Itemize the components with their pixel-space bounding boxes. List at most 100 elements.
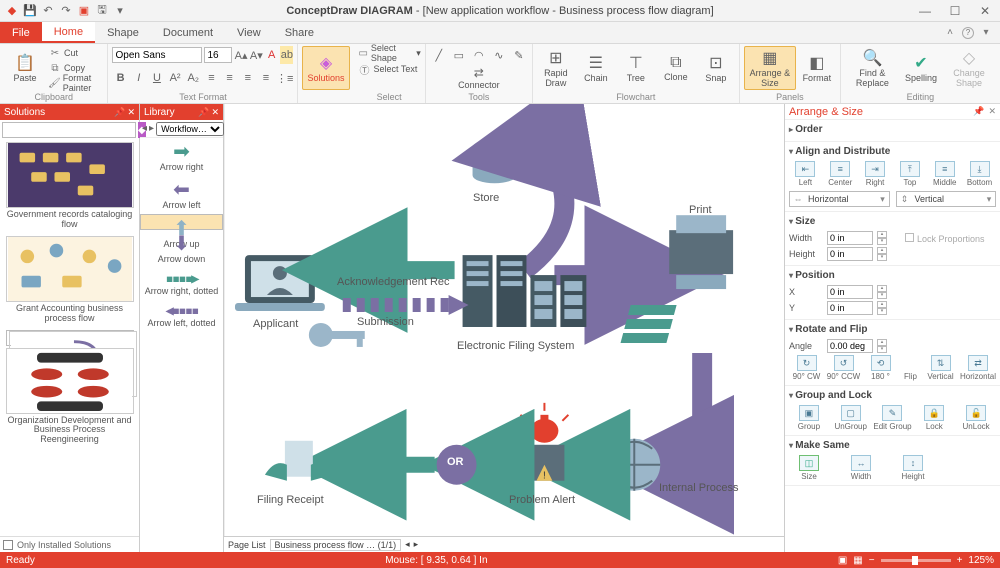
distrib-vert-combo[interactable]: ⇕Vertical▾ [896,191,997,207]
font-color-icon[interactable]: A [265,46,278,64]
library-item[interactable]: ⬇Arrow down [140,230,223,268]
view-mode-icon[interactable]: ▣ [838,555,847,566]
drawing-area[interactable]: ! Store Print Applicant Acknowledgement … [224,104,784,536]
align-left-icon[interactable]: ≡ [203,69,219,87]
align-justify-icon[interactable]: ≡ [258,69,274,87]
close-panel-icon[interactable]: ✕ [127,107,135,118]
close-panel-icon[interactable]: ✕ [211,107,219,118]
select-shape-button[interactable]: ▭Select Shape ▾ [358,46,421,60]
page-next-icon[interactable]: ▸ [414,539,419,550]
sub-icon[interactable]: A₂ [185,69,201,87]
connector-button[interactable]: ⇄ Connector [430,66,528,90]
only-installed-checkbox[interactable] [3,540,13,550]
rapiddraw-button[interactable]: ⊞Rapid Draw [537,46,575,90]
clone-button[interactable]: ⧉Clone [657,46,695,90]
qat-save-icon[interactable]: 💾 [22,3,38,19]
pen-tool-icon[interactable]: ✎ [510,46,528,64]
arc-tool-icon[interactable]: ◠ [470,46,488,64]
close-panel-icon[interactable]: ✕ [988,106,996,117]
help-icon[interactable]: ? [962,27,974,39]
flip-h-button[interactable]: ⇄Horizontal [960,355,996,381]
grow-font-icon[interactable]: A▴ [234,46,247,64]
bold-icon[interactable]: B [112,69,128,87]
width-input[interactable] [827,231,873,245]
unlock-button[interactable]: 🔓UnLock [956,405,996,431]
solution-thumb[interactable]: Government records cataloging flow [6,142,134,234]
chain-button[interactable]: ☰Chain [577,46,615,90]
library-select[interactable]: Workflow… [156,122,224,136]
qat-more-icon[interactable]: ▾ [112,3,128,19]
paste-button[interactable]: 📋 Paste [4,46,46,90]
maximize-button[interactable]: ☐ [940,0,970,22]
tab-document[interactable]: Document [151,22,225,43]
format-painter-button[interactable]: 🖌Format Painter [48,76,103,90]
flip-v-button[interactable]: ⇅Vertical [923,355,958,381]
select-text-button[interactable]: ⓉSelect Text [358,62,421,76]
rect-tool-icon[interactable]: ▭ [450,46,468,64]
solution-thumb[interactable]: Grant Accounting business process flow [6,236,134,328]
spelling-button[interactable]: ✔Spelling [902,46,940,90]
shrink-font-icon[interactable]: A▾ [250,46,263,64]
super-icon[interactable]: A² [167,69,183,87]
rot-180-button[interactable]: ⟲180 ° [863,355,898,381]
bullets-icon[interactable]: ⋮≡ [276,69,293,87]
pin-icon[interactable]: 📌 [973,106,984,117]
rot-cw-button[interactable]: ↻90° CW [789,355,824,381]
distrib-horiz-combo[interactable]: ⇔Horizontal▾ [789,191,890,207]
library-item[interactable]: ▪▪▪▪▶Arrow right, dotted [140,268,223,300]
library-item[interactable]: ⬅Arrow left [140,176,223,214]
same-height-button[interactable]: ↕Height [893,455,933,481]
format-button[interactable]: ◧Format [798,46,836,90]
same-width-button[interactable]: ↔Width [841,455,881,481]
page-prev-icon[interactable]: ◂ [405,539,410,550]
zoom-in-icon[interactable]: + [957,555,963,566]
section-order[interactable]: Order [785,120,1000,142]
tab-file[interactable]: File [0,22,42,43]
lock-button[interactable]: 🔒Lock [914,405,954,431]
solution-thumb[interactable]: Organization Development and Business Pr… [6,348,134,450]
tab-share[interactable]: Share [273,22,326,43]
align-right-button[interactable]: ⇥Right [859,161,892,187]
library-item[interactable]: ◀▪▪▪▪Arrow left, dotted [140,300,223,332]
group-button[interactable]: ▣Group [789,405,829,431]
lib-next-icon[interactable]: ▸ [149,123,154,134]
font-select[interactable] [112,47,202,63]
qat-saveas-icon[interactable]: 🖫 [94,3,110,19]
x-input[interactable] [827,285,873,299]
qat-open-icon[interactable]: ▣ [76,3,92,19]
curve-tool-icon[interactable]: ∿ [490,46,508,64]
same-size-button[interactable]: ◫Size [789,455,829,481]
solutions-search-input[interactable] [2,122,136,138]
snap-button[interactable]: ⊡Snap [697,46,735,90]
angle-input[interactable] [827,339,873,353]
align-bottom-button[interactable]: ⤓Bottom [963,161,996,187]
zoom-value[interactable]: 125% [968,555,994,566]
editgroup-button[interactable]: ✎Edit Group [873,405,913,431]
lib-prev-icon[interactable]: ◂ [142,123,147,134]
align-middle-button[interactable]: ≡Middle [928,161,961,187]
library-item[interactable]: ⬆Arrow up [140,214,223,230]
highlight-icon[interactable]: ab [280,46,293,64]
align-left-button[interactable]: ⇤Left [789,161,822,187]
library-item[interactable]: ➡Arrow right [140,138,223,176]
align-right-icon[interactable]: ≡ [240,69,256,87]
underline-icon[interactable]: U [149,69,165,87]
cut-button[interactable]: ✂Cut [48,46,103,60]
arrange-size-button[interactable]: ▦Arrange & Size [744,46,796,90]
minimize-button[interactable]: — [910,0,940,22]
zoom-out-icon[interactable]: − [869,555,875,566]
height-input[interactable] [827,247,873,261]
page-tab[interactable]: Business process flow … (1/1) [270,539,402,551]
font-size-select[interactable] [204,47,232,63]
ungroup-button[interactable]: ▢UnGroup [831,405,871,431]
change-shape-button[interactable]: ◇Change Shape [942,46,996,90]
pin-icon[interactable]: 📌 [114,107,125,118]
collapse-ribbon-icon[interactable]: ˄ [942,25,958,41]
zoom-slider[interactable] [881,559,951,562]
qat-undo-icon[interactable]: ↶ [40,3,56,19]
view-mode-icon[interactable]: ▦ [853,555,862,566]
solution-thumb[interactable]: New application workflow [6,330,134,346]
align-center-button[interactable]: ≡Center [824,161,857,187]
line-tool-icon[interactable]: ╱ [430,46,448,64]
align-center-icon[interactable]: ≡ [222,69,238,87]
